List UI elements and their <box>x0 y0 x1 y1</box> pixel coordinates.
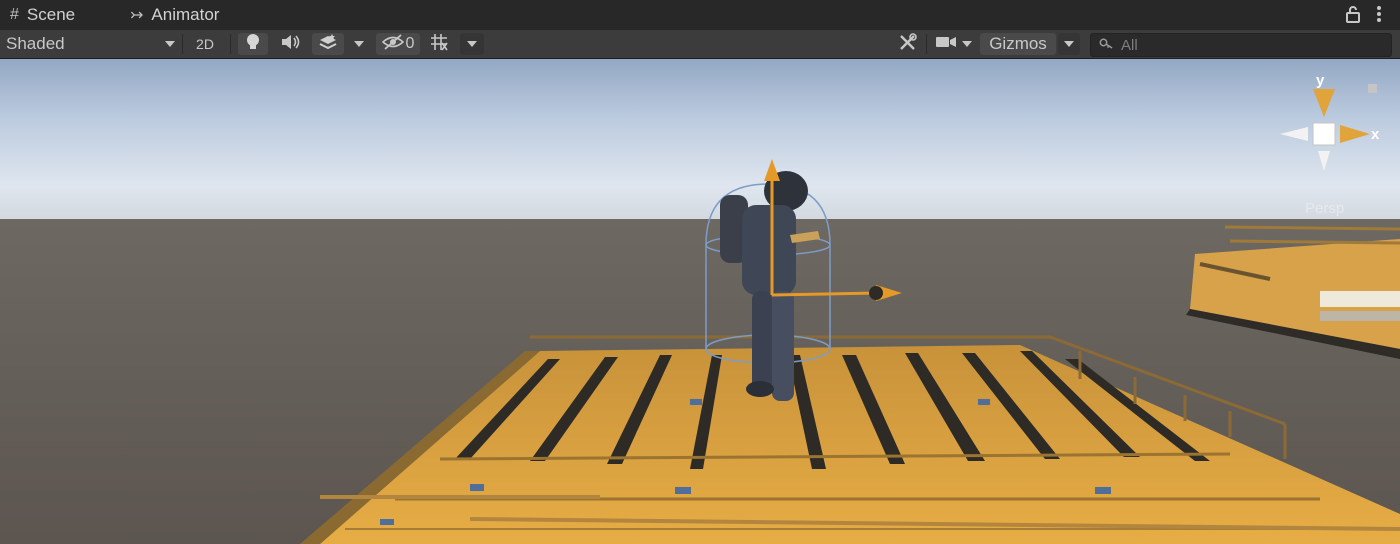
tab-scene[interactable]: # Scene <box>10 0 75 30</box>
camera-settings-button[interactable] <box>932 33 976 55</box>
chevron-down-icon <box>466 35 478 53</box>
tab-scene-label: Scene <box>26 5 76 24</box>
scene-lighting-button[interactable] <box>238 33 268 55</box>
divider <box>926 34 927 54</box>
scene-toolbar: Shaded 2D 0 Gizmos All <box>0 30 1400 59</box>
chevron-down-icon <box>961 35 973 53</box>
projection-label: Persp <box>1305 200 1344 217</box>
hierarchy-search-field[interactable]: All <box>1090 33 1392 57</box>
hidden-eye-icon <box>381 33 404 55</box>
grid-snap-dropdown[interactable] <box>460 33 484 55</box>
more-icon[interactable] <box>1376 5 1382 28</box>
tools-button[interactable] <box>894 32 922 56</box>
shading-mode-dropdown[interactable]: Shaded <box>6 33 176 55</box>
gizmos-dropdown[interactable] <box>1058 33 1080 55</box>
scene-audio-button[interactable] <box>276 33 306 55</box>
effects-button[interactable] <box>312 33 344 55</box>
grid-snap-icon <box>430 33 450 56</box>
effects-dropdown[interactable] <box>346 33 372 55</box>
tab-animator[interactable]: ↣ Animator <box>130 0 219 30</box>
camera-icon <box>935 35 957 54</box>
search-placeholder: All <box>1121 36 1138 54</box>
gizmo-y-label: y <box>1316 72 1325 89</box>
tab-animator-label: Animator <box>151 5 220 24</box>
lock-icon[interactable] <box>1345 5 1361 28</box>
chevron-down-icon <box>1063 35 1075 53</box>
animator-icon: ↣ <box>130 7 144 24</box>
hidden-count: 0 <box>405 35 415 52</box>
tab-bar: # Scene ↣ Animator <box>0 0 1400 30</box>
chevron-down-icon <box>164 35 176 53</box>
skybox <box>0 59 1400 229</box>
gizmo-x-label: x <box>1371 126 1380 143</box>
speaker-icon <box>281 34 301 55</box>
scene-visibility-button[interactable]: 0 <box>376 33 420 55</box>
scene-render[interactable]: y x Persp <box>0 59 1400 544</box>
divider <box>182 34 183 54</box>
scene-viewport[interactable]: y x Persp <box>0 59 1400 544</box>
scene-grid-icon: # <box>10 6 19 23</box>
layers-icon <box>318 33 338 56</box>
divider <box>230 34 231 54</box>
chevron-down-icon <box>353 35 365 53</box>
grid-snap-button[interactable] <box>426 33 454 55</box>
toggle-2d-button[interactable]: 2D <box>188 33 222 55</box>
tools-icon <box>898 32 918 56</box>
shading-mode-value: Shaded <box>6 34 65 53</box>
gizmos-button[interactable]: Gizmos <box>980 33 1056 55</box>
search-icon <box>1099 38 1113 53</box>
lightbulb-icon <box>245 33 261 56</box>
